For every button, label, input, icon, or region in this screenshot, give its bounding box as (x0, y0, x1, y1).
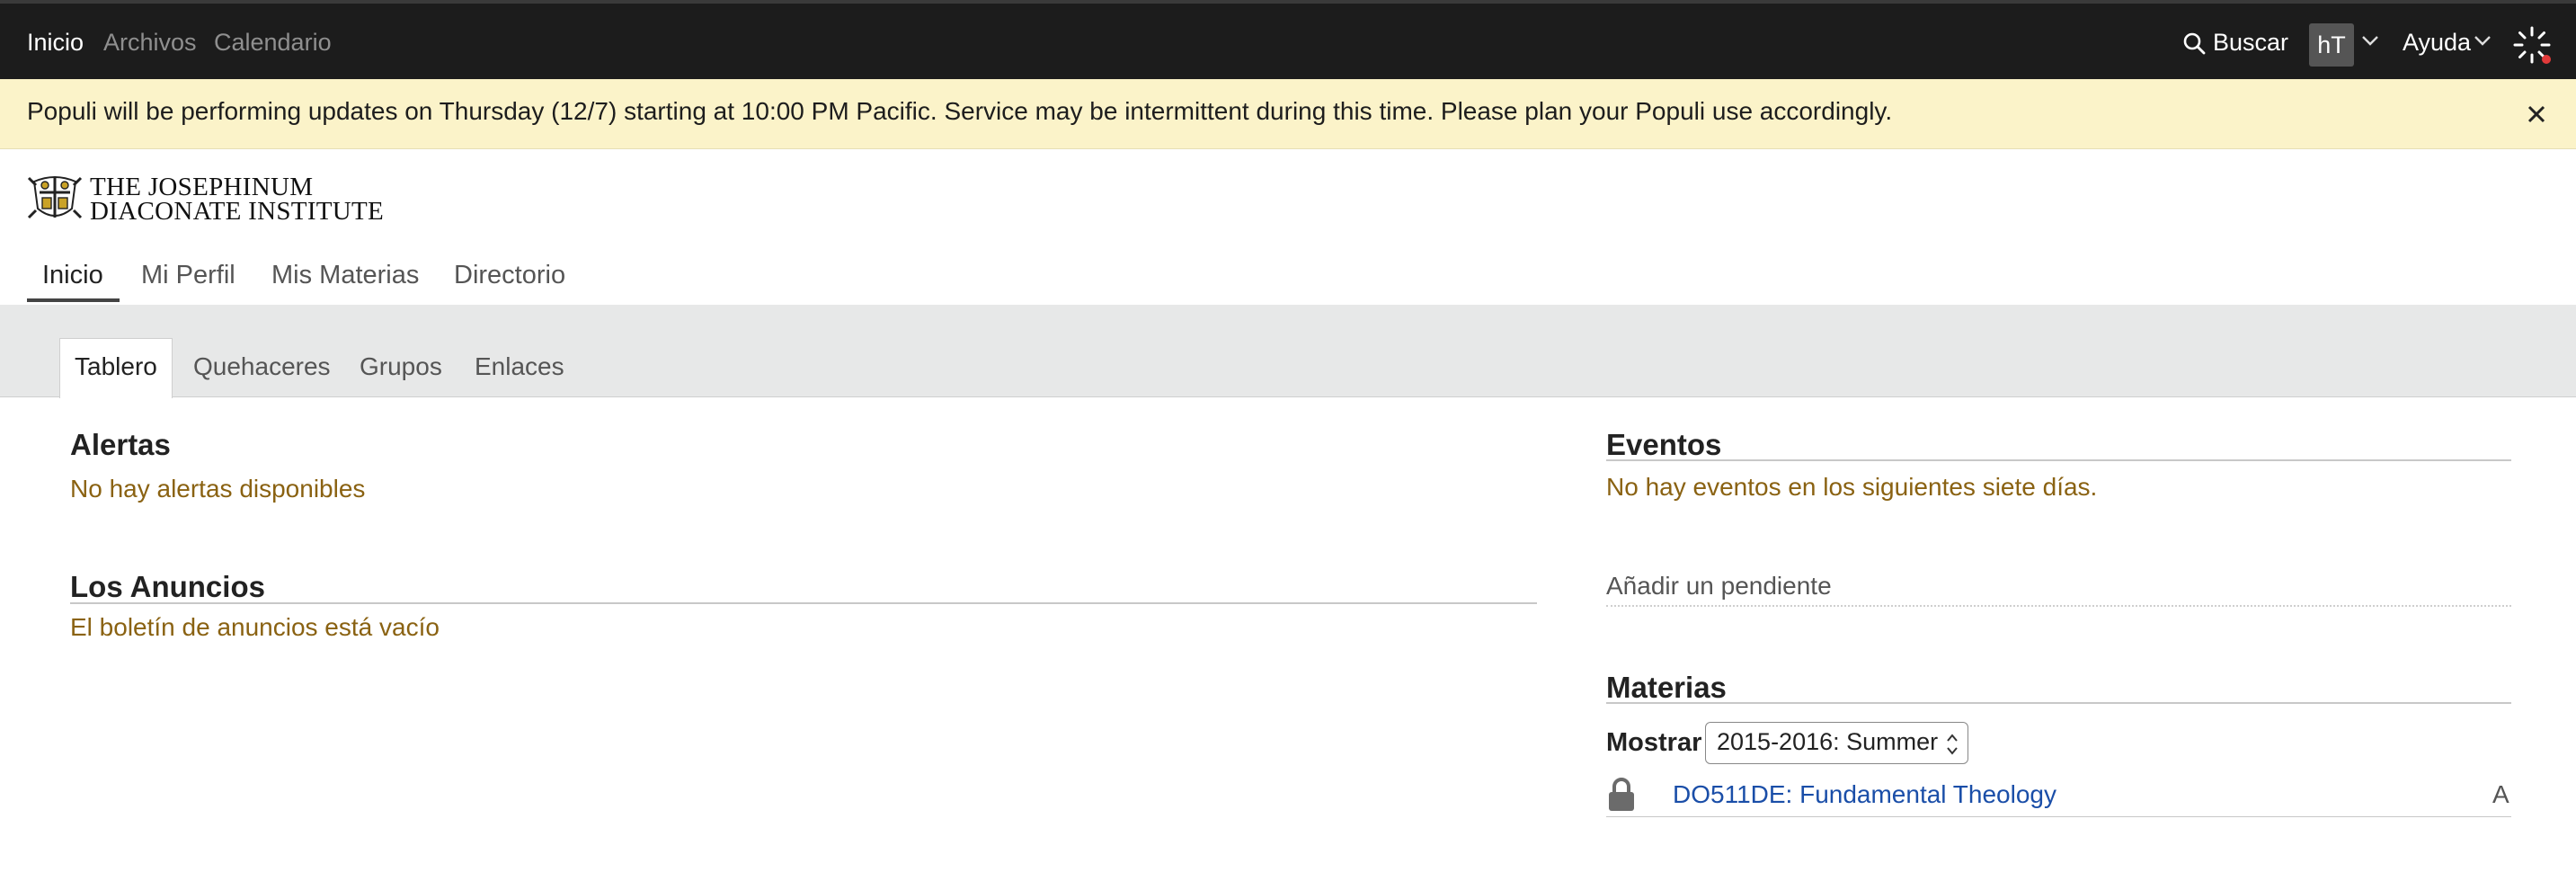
close-icon[interactable] (2524, 95, 2551, 131)
lock-icon (1609, 778, 1634, 811)
tab-enlaces[interactable]: Enlaces (475, 352, 564, 381)
course-link[interactable]: DO511DE: Fundamental Theology (1673, 780, 2056, 809)
announcements-divider (70, 602, 1537, 604)
course-row-divider (1606, 816, 2511, 817)
avatar[interactable]: hT (2309, 23, 2354, 67)
active-nav-indicator (27, 298, 120, 302)
spinner-icon[interactable] (2512, 25, 2552, 65)
alerts-empty-message: No hay alertas disponibles (70, 475, 366, 503)
term-select-value: 2015-2016: Summer (1717, 728, 1939, 755)
courses-title: Materias (1606, 671, 1727, 704)
search-label: Buscar (2213, 29, 2289, 56)
search-icon (2183, 32, 2206, 54)
chevron-down-icon[interactable] (2361, 34, 2379, 47)
courses-divider (1606, 702, 2511, 704)
main-nav-mi-perfil[interactable]: Mi Perfil (141, 261, 235, 290)
top-nav-archivos[interactable]: Archivos (103, 29, 197, 57)
tab-grupos[interactable]: Grupos (360, 352, 442, 381)
help-menu[interactable]: Ayuda (2403, 29, 2471, 57)
top-navigation-bar: Inicio Archivos Calendario Buscar hT Ayu… (0, 0, 2576, 79)
announcements-title: Los Anuncios (70, 570, 265, 603)
term-select[interactable]: 2015-2016: Summer (1705, 722, 1968, 764)
top-nav-inicio[interactable]: Inicio (27, 29, 84, 57)
top-nav-calendario[interactable]: Calendario (214, 29, 332, 57)
course-grade: A (2492, 780, 2509, 808)
tab-tablero[interactable]: Tablero (75, 352, 157, 381)
events-title: Eventos (1606, 428, 1722, 461)
todo-input-underline (1606, 605, 2511, 607)
select-arrows-icon (1947, 734, 1958, 755)
sub-tabs-bar (0, 305, 2576, 397)
events-empty-message: No hay eventos en los siguientes siete d… (1606, 473, 2098, 501)
events-divider (1606, 459, 2511, 461)
chevron-down-icon[interactable] (2474, 34, 2492, 47)
tab-quehaceres[interactable]: Quehaceres (193, 352, 331, 381)
banner-message: Populi will be performing updates on Thu… (27, 97, 1893, 125)
alerts-title: Alertas (70, 428, 171, 461)
add-todo-input[interactable]: Añadir un pendiente (1606, 572, 1832, 601)
crest-logo (27, 176, 83, 219)
search-button[interactable]: Buscar (2182, 29, 2288, 57)
announcements-empty-message: El boletín de anuncios está vacío (70, 613, 440, 641)
term-select-label: Mostrar (1606, 728, 1702, 757)
main-nav-mis-materias[interactable]: Mis Materias (271, 261, 419, 290)
announcement-banner: Populi will be performing updates on Thu… (0, 79, 2576, 149)
main-nav-directorio[interactable]: Directorio (454, 261, 565, 290)
logo-text-line2: DIACONATE INSTITUTE (90, 197, 385, 226)
main-nav-inicio[interactable]: Inicio (42, 261, 103, 290)
